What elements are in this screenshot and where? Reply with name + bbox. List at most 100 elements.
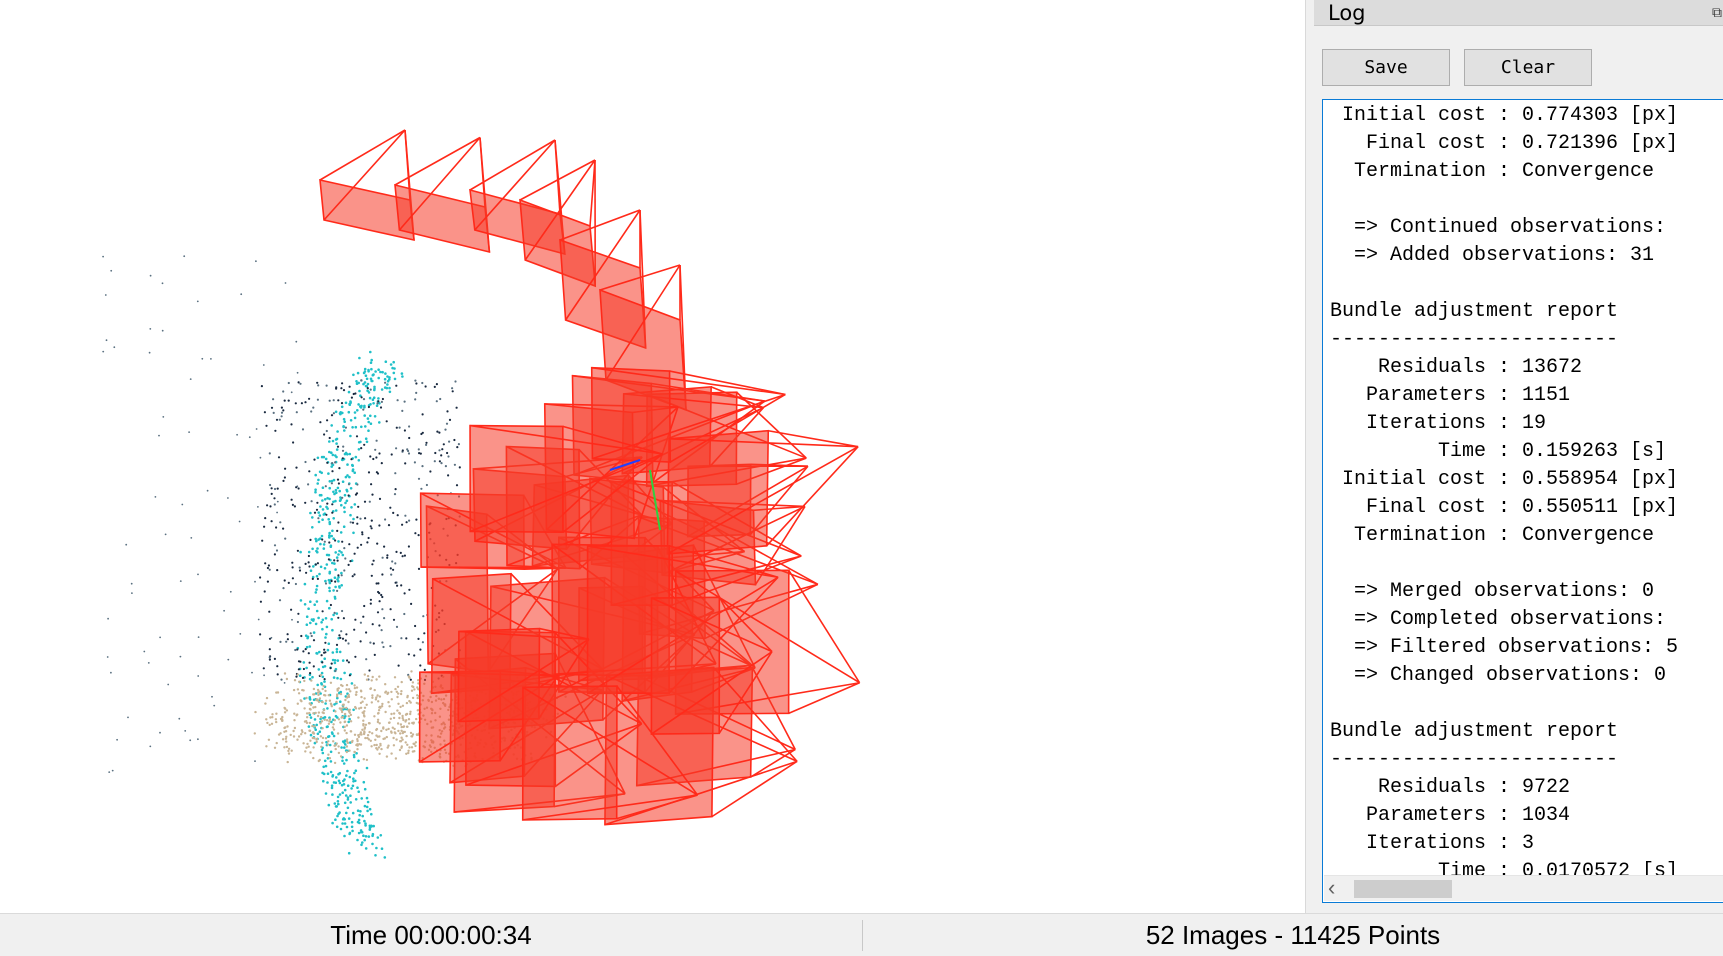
point — [424, 385, 427, 388]
point — [302, 742, 305, 745]
point — [407, 718, 411, 721]
point — [284, 282, 287, 284]
point — [281, 719, 284, 722]
point — [283, 476, 286, 479]
point — [414, 398, 417, 401]
clear-button[interactable]: Clear — [1464, 49, 1592, 86]
point — [227, 497, 229, 499]
point — [371, 675, 374, 679]
log-text-area[interactable]: Initial cost : 0.774303 [px] Final cost … — [1322, 99, 1723, 903]
point — [396, 685, 400, 688]
point — [308, 729, 311, 732]
point — [413, 654, 416, 657]
point — [318, 730, 322, 733]
log-titlebar[interactable]: Log ⧉ — [1314, 0, 1723, 26]
point — [325, 553, 329, 557]
point — [332, 740, 335, 743]
point — [297, 692, 301, 695]
point — [349, 713, 353, 717]
point — [392, 618, 396, 621]
point — [297, 612, 300, 615]
point — [350, 458, 353, 461]
point — [335, 650, 339, 654]
point — [388, 378, 391, 381]
point — [324, 457, 328, 461]
point — [352, 755, 356, 759]
point — [421, 465, 424, 468]
point — [317, 520, 321, 524]
point — [329, 545, 333, 548]
point — [334, 461, 337, 464]
point — [317, 384, 320, 387]
point — [300, 402, 303, 405]
point — [348, 452, 352, 456]
point — [308, 645, 312, 648]
point — [359, 706, 363, 709]
point — [293, 726, 297, 730]
point — [337, 399, 340, 402]
point — [305, 645, 309, 649]
point — [314, 622, 318, 626]
point — [345, 738, 349, 741]
point — [344, 639, 347, 642]
frustum-edge — [788, 682, 860, 715]
point — [413, 688, 416, 691]
point — [275, 526, 278, 529]
point — [324, 702, 327, 705]
point — [283, 726, 286, 730]
point — [341, 609, 344, 613]
point — [304, 634, 308, 637]
point — [312, 619, 315, 622]
point — [325, 625, 329, 629]
point — [320, 745, 323, 748]
point — [387, 691, 390, 694]
point — [433, 385, 436, 388]
point — [264, 517, 267, 520]
point — [389, 567, 392, 570]
point — [345, 683, 349, 687]
point — [296, 549, 299, 552]
point — [387, 721, 391, 724]
point — [334, 714, 338, 718]
point — [294, 582, 297, 586]
point — [362, 724, 365, 727]
point — [317, 700, 321, 704]
point — [294, 402, 297, 405]
point — [400, 690, 403, 693]
point — [351, 521, 355, 524]
save-button[interactable]: Save — [1322, 49, 1450, 86]
scroll-left-arrow-icon[interactable]: ‹ — [1328, 876, 1335, 900]
point — [317, 668, 321, 671]
point — [267, 564, 270, 567]
reconstruction-3d-viewport[interactable] — [0, 0, 1305, 913]
reconstruction-scene[interactable] — [0, 0, 1305, 913]
point — [327, 558, 330, 561]
horizontal-scrollbar[interactable]: ‹ › — [1324, 875, 1723, 901]
point — [334, 410, 338, 414]
point — [307, 554, 310, 558]
point — [371, 732, 374, 735]
point — [417, 637, 420, 641]
point — [392, 371, 396, 375]
point — [364, 723, 368, 726]
point — [336, 559, 339, 562]
scrollbar-thumb[interactable] — [1354, 880, 1452, 898]
point — [320, 720, 324, 723]
point — [285, 640, 288, 643]
point — [149, 745, 152, 748]
point — [269, 483, 272, 487]
point — [319, 722, 322, 725]
point — [395, 426, 398, 429]
point — [341, 637, 345, 640]
point — [341, 457, 344, 460]
point — [300, 733, 303, 736]
point — [375, 456, 378, 459]
point — [409, 731, 413, 735]
restore-icon[interactable]: ⧉ — [1712, 4, 1722, 21]
point — [322, 711, 325, 715]
point — [410, 746, 414, 749]
point — [312, 731, 315, 734]
point — [350, 787, 353, 790]
point — [317, 693, 320, 697]
point — [343, 671, 346, 675]
